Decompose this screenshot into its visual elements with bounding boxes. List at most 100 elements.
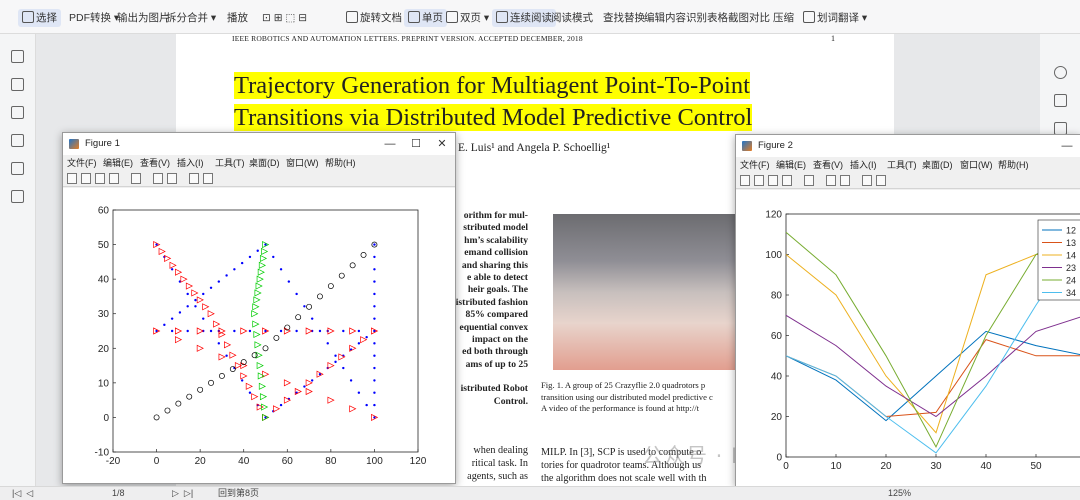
trajectory-point	[163, 323, 166, 327]
edit-content-button[interactable]: 编辑内容	[644, 9, 686, 27]
double-page-button[interactable]: 双页 ▾	[446, 9, 489, 27]
minimize-icon[interactable]: —	[1054, 135, 1080, 157]
trajectory-point	[310, 379, 314, 382]
link-plot-icon[interactable]	[804, 175, 814, 186]
fit-page-icon[interactable]: ⊡ ⊞ ⬚ ⊟	[262, 9, 307, 27]
compress-button[interactable]: 压缩	[773, 9, 794, 27]
figure2-titlebar[interactable]: Figure 2 —	[736, 135, 1080, 157]
menu-insert[interactable]: 插入(I)	[177, 155, 204, 171]
property-icon[interactable]	[203, 173, 213, 184]
pdf-convert-button[interactable]: PDF转换 ▾	[69, 9, 119, 27]
first-page-button[interactable]: |◁ ◁	[12, 487, 33, 500]
trajectory-point	[303, 385, 306, 388]
trajectory-point	[217, 280, 221, 283]
close-icon[interactable]: ✕	[429, 133, 455, 155]
menu-view[interactable]: 查看(V)	[140, 155, 170, 171]
menu-desktop[interactable]: 桌面(D)	[922, 157, 953, 173]
signature-icon[interactable]	[11, 162, 24, 175]
figure-caption: Fig. 1. A group of 25 Crazyflie 2.0 quad…	[541, 380, 713, 413]
comment-icon[interactable]	[11, 106, 24, 119]
split-merge-button[interactable]: 拆分合并 ▾	[166, 9, 216, 27]
pointer-icon[interactable]	[189, 173, 199, 184]
menu-file[interactable]: 文件(F)	[67, 155, 97, 171]
page-indicator[interactable]: 1/8	[112, 487, 125, 500]
rotate-button[interactable]: 旋转文档	[346, 9, 402, 27]
continuous-read-button[interactable]: 连续阅读	[492, 9, 556, 27]
layers-icon[interactable]	[11, 190, 24, 203]
legend-icon[interactable]	[167, 173, 177, 184]
next-page-button[interactable]: ▷ ▷|	[172, 487, 193, 500]
search-icon[interactable]	[1054, 66, 1067, 79]
trajectory-point	[186, 329, 189, 333]
colorbar-icon[interactable]	[826, 175, 836, 186]
menu-window[interactable]: 窗口(W)	[960, 157, 993, 173]
thumbnail-icon[interactable]	[11, 78, 24, 91]
new-figure-icon[interactable]	[67, 173, 77, 184]
recognize-table-button[interactable]: 识别表格	[686, 9, 728, 27]
x-tick-label: 0	[783, 461, 789, 472]
menu-help[interactable]: 帮助(H)	[998, 157, 1029, 173]
figure2-canvas: 0102030405060020406080100120121314232434	[736, 190, 1080, 487]
zoom-level[interactable]: 125%	[888, 487, 911, 500]
print-icon[interactable]	[109, 173, 119, 184]
legend-label: 12	[1066, 226, 1076, 236]
menu-window[interactable]: 窗口(W)	[286, 155, 319, 171]
figure1-toolbar	[63, 171, 455, 187]
open-file-icon[interactable]	[81, 173, 91, 184]
new-figure-icon[interactable]	[740, 175, 750, 186]
menu-insert[interactable]: 插入(I)	[850, 157, 877, 173]
save-icon[interactable]	[95, 173, 105, 184]
matlab-logo-icon	[742, 141, 752, 151]
x-tick-label: 20	[880, 461, 892, 472]
save-icon[interactable]	[768, 175, 778, 186]
double-page-icon	[446, 11, 458, 23]
legend-label: 24	[1066, 276, 1076, 286]
x-tick-label: 10	[830, 461, 842, 472]
link-plot-icon[interactable]	[131, 173, 141, 184]
figure1-titlebar[interactable]: Figure 1 — ☐ ✕	[63, 133, 455, 155]
trajectory-point	[357, 391, 361, 394]
pointer-icon[interactable]	[862, 175, 872, 186]
rotate-icon	[346, 11, 358, 23]
menu-desktop[interactable]: 桌面(D)	[249, 155, 280, 171]
translate-side-icon[interactable]	[1054, 94, 1067, 107]
open-file-icon[interactable]	[754, 175, 764, 186]
menu-tools[interactable]: 工具(T)	[887, 157, 917, 173]
single-page-button[interactable]: 单页	[404, 9, 447, 27]
property-icon[interactable]	[876, 175, 886, 186]
figure2-window[interactable]: Figure 2 — 文件(F) 编辑(E) 查看(V) 插入(I) 工具(T)…	[735, 134, 1080, 487]
trajectory-point	[202, 292, 205, 296]
x-tick-label: 100	[366, 456, 383, 467]
back-to-page-link[interactable]: 回到第8页	[218, 487, 259, 500]
figure1-window[interactable]: Figure 1 — ☐ ✕ 文件(F) 编辑(E) 查看(V) 插入(I) 工…	[62, 132, 456, 484]
bookmark-icon[interactable]	[11, 50, 24, 63]
menu-view[interactable]: 查看(V)	[813, 157, 843, 173]
trajectory-point	[194, 305, 197, 308]
menu-file[interactable]: 文件(F)	[740, 157, 770, 173]
y-tick-label: 50	[98, 240, 110, 251]
find-replace-button[interactable]: 查找替换	[603, 9, 645, 27]
minimize-icon[interactable]: —	[377, 133, 403, 155]
y-tick-label: 60	[771, 331, 783, 342]
read-mode-button[interactable]: 阅读模式	[551, 9, 593, 27]
print-icon[interactable]	[782, 175, 792, 186]
screenshot-compare-button[interactable]: 截图对比	[728, 9, 770, 27]
trajectory-plot: -20 0 20 40 60 80 100 120-100102030405060	[95, 206, 427, 468]
play-button[interactable]: 播放	[227, 9, 248, 27]
select-tool-button[interactable]: 选择	[18, 9, 61, 27]
menu-edit[interactable]: 编辑(E)	[776, 157, 806, 173]
distance-plot: 0102030405060020406080100120121314232434	[765, 210, 1080, 472]
attachment-icon[interactable]	[11, 134, 24, 147]
legend-icon[interactable]	[840, 175, 850, 186]
trajectory-point	[217, 342, 221, 345]
menu-edit[interactable]: 编辑(E)	[103, 155, 133, 171]
menu-tools[interactable]: 工具(T)	[215, 155, 245, 171]
maximize-icon[interactable]: ☐	[403, 133, 429, 155]
menu-help[interactable]: 帮助(H)	[325, 155, 356, 171]
y-tick-label: 100	[765, 250, 782, 261]
y-tick-label: 10	[98, 378, 110, 389]
trajectory-point	[334, 354, 337, 357]
colorbar-icon[interactable]	[153, 173, 163, 184]
translate-button[interactable]: 划词翻译 ▾	[803, 9, 867, 27]
export-image-button[interactable]: 输出为图片	[117, 9, 170, 27]
